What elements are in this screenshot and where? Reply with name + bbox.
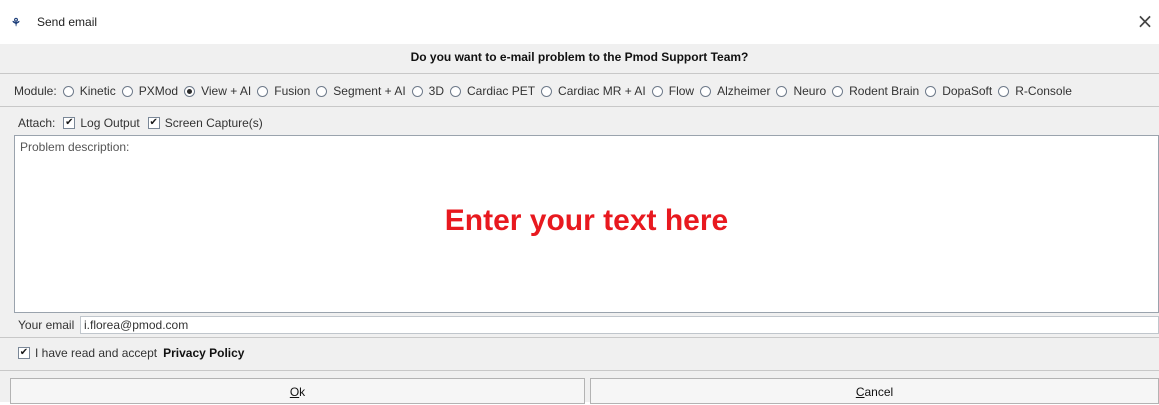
ok-mnemonic: O [289, 385, 300, 399]
module-option-label: Kinetic [79, 84, 116, 98]
module-radio[interactable] [450, 85, 462, 97]
module-option[interactable]: Kinetic [62, 84, 116, 98]
attach-label: Attach: [18, 116, 56, 130]
module-option[interactable]: PXMod [121, 84, 179, 98]
close-button[interactable]: × [1133, 10, 1157, 34]
screen-capture-label: Screen Capture(s) [164, 116, 263, 130]
divider [0, 370, 1159, 371]
privacy-accept-checkbox[interactable]: ✔ [18, 347, 30, 359]
ok-label-rest: k [299, 385, 306, 399]
module-option[interactable]: Fusion [257, 84, 310, 98]
email-label: Your email [18, 318, 75, 332]
module-option-label: Alzheimer [717, 84, 771, 98]
module-radio[interactable] [700, 85, 712, 97]
module-option[interactable]: View + AI [184, 84, 251, 98]
send-email-dialog: ⚘ Send email × Do you want to e-mail pro… [0, 0, 1159, 404]
module-option[interactable]: 3D [411, 84, 445, 98]
module-option[interactable]: Neuro [776, 84, 826, 98]
module-option-label: PXMod [138, 84, 179, 98]
module-radio[interactable] [925, 85, 937, 97]
module-radio[interactable] [541, 85, 553, 97]
module-radio[interactable] [651, 85, 663, 97]
problem-description-textarea[interactable]: Problem description: Enter your text her… [14, 135, 1159, 313]
log-output-checkbox[interactable]: ✔ [63, 117, 76, 129]
title-bar: ⚘ Send email × [0, 0, 1159, 44]
module-radio[interactable] [121, 85, 133, 97]
module-label: Module: [14, 84, 57, 98]
module-radio[interactable] [998, 85, 1010, 97]
module-option[interactable]: R-Console [998, 84, 1072, 98]
privacy-accept-text: I have read and accept [35, 346, 158, 360]
module-radio[interactable] [257, 85, 269, 97]
log-output-label: Log Output [80, 116, 140, 130]
module-option-label: Segment + AI [333, 84, 406, 98]
module-option-label: Fusion [274, 84, 311, 98]
divider [0, 73, 1159, 74]
privacy-policy-link[interactable]: Privacy Policy [163, 346, 244, 360]
ok-button[interactable]: Ok [10, 378, 585, 404]
module-option-label: Neuro [793, 84, 827, 98]
cancel-button[interactable]: Cancel [590, 378, 1159, 404]
module-selector: Module: Kinetic PXMod View + AI Fusion Segme… [14, 81, 1078, 101]
email-row: Your email [18, 316, 74, 334]
enter-text-overlay: Enter your text here [444, 204, 729, 237]
module-radio[interactable] [776, 85, 788, 97]
module-radio[interactable] [62, 85, 74, 97]
module-option-label: DopaSoft [942, 84, 993, 98]
module-option-label: Flow [668, 84, 695, 98]
module-radio[interactable] [316, 85, 328, 97]
module-option[interactable]: Cardiac MR + AI [541, 84, 646, 98]
module-option-label: R-Console [1015, 84, 1072, 98]
email-input[interactable] [80, 316, 1159, 334]
module-radio[interactable] [411, 85, 423, 97]
module-option[interactable]: DopaSoft [925, 84, 992, 98]
divider [0, 337, 1159, 338]
screen-capture-option[interactable]: ✔ Screen Capture(s) [147, 116, 263, 130]
module-option[interactable]: Segment + AI [316, 84, 406, 98]
cancel-label-rest: ancel [864, 385, 894, 399]
module-option-label: Cardiac MR + AI [558, 84, 646, 98]
module-radio[interactable] [832, 85, 844, 97]
window-title: Send email [37, 15, 98, 29]
module-option[interactable]: Rodent Brain [832, 84, 919, 98]
module-option[interactable]: Cardiac PET [450, 84, 535, 98]
attach-row: Attach: ✔ Log Output ✔ Screen Capture(s) [18, 114, 271, 132]
module-option-label: 3D [428, 84, 445, 98]
log-output-option[interactable]: ✔ Log Output [63, 116, 140, 130]
module-radio[interactable] [184, 85, 196, 97]
privacy-policy-row: ✔ I have read and accept Privacy Policy [18, 345, 244, 361]
divider [0, 106, 1159, 107]
question-heading: Do you want to e-mail problem to the Pmo… [410, 50, 749, 64]
module-option[interactable]: Alzheimer [700, 84, 770, 98]
pmod-logo-icon: ⚘ [11, 17, 21, 29]
module-option[interactable]: Flow [651, 84, 695, 98]
screen-capture-checkbox[interactable]: ✔ [147, 117, 160, 129]
module-option-label: Cardiac PET [467, 84, 536, 98]
module-option-label: View + AI [201, 84, 252, 98]
problem-description-label: Problem description: [20, 140, 130, 154]
module-option-label: Rodent Brain [849, 84, 920, 98]
